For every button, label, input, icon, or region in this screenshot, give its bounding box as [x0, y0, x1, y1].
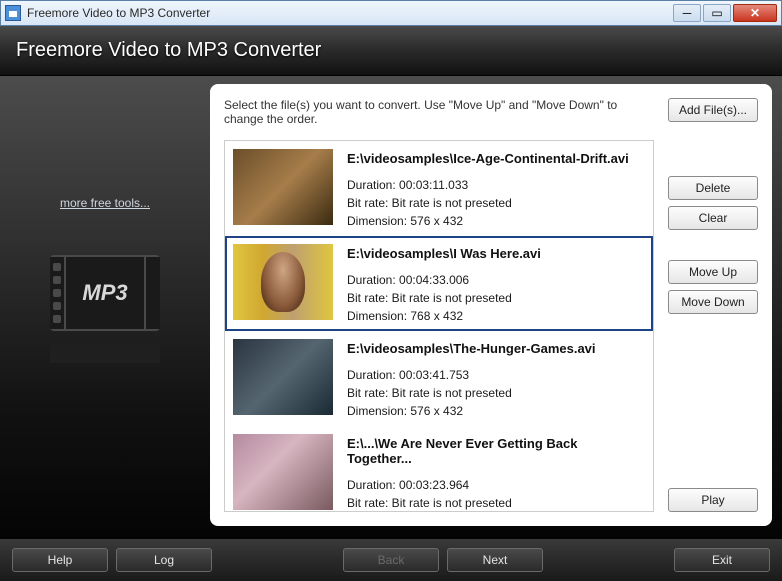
help-button[interactable]: Help — [12, 548, 108, 572]
exit-button[interactable]: Exit — [674, 548, 770, 572]
file-bitrate: Bit rate: Bit rate is not preseted — [347, 496, 645, 510]
side-buttons: Add File(s)... Delete Clear Move Up Move… — [668, 98, 758, 512]
more-free-tools-link[interactable]: more free tools... — [60, 196, 150, 210]
file-duration: Duration: 00:03:41.753 — [347, 368, 596, 382]
titlebar: Freemore Video to MP3 Converter ─ ▭ ✕ — [0, 0, 782, 26]
file-bitrate: Bit rate: Bit rate is not preseted — [347, 291, 541, 305]
list-item[interactable]: E:\...\We Are Never Ever Getting Back To… — [225, 426, 653, 512]
move-up-button[interactable]: Move Up — [668, 260, 758, 284]
mp3-format-icon: MP3 — [50, 255, 160, 371]
minimize-button[interactable]: ─ — [673, 4, 701, 22]
file-bitrate: Bit rate: Bit rate is not preseted — [347, 386, 596, 400]
file-duration: Duration: 00:03:23.964 — [347, 478, 645, 492]
reflection — [50, 339, 160, 363]
file-list[interactable]: E:\videosamples\Ice-Age-Continental-Drif… — [224, 140, 654, 512]
log-button[interactable]: Log — [116, 548, 212, 572]
content-panel: Select the file(s) you want to convert. … — [210, 84, 772, 526]
file-meta: E:\...\We Are Never Ever Getting Back To… — [347, 434, 645, 512]
clear-button[interactable]: Clear — [668, 206, 758, 230]
file-dimension: Dimension: 768 x 432 — [347, 309, 541, 323]
header: Freemore Video to MP3 Converter — [0, 26, 782, 76]
add-files-button[interactable]: Add File(s)... — [668, 98, 758, 122]
app-title: Freemore Video to MP3 Converter — [16, 39, 321, 62]
close-icon: ✕ — [750, 6, 760, 20]
thumbnail — [233, 149, 333, 225]
sidebar: more free tools... MP3 — [0, 76, 210, 526]
file-meta: E:\videosamples\I Was Here.avi Duration:… — [347, 244, 541, 323]
file-name: E:\videosamples\Ice-Age-Continental-Drif… — [347, 151, 629, 166]
file-meta: E:\videosamples\The-Hunger-Games.avi Dur… — [347, 339, 596, 418]
mp3-label: MP3 — [82, 280, 127, 306]
file-name: E:\videosamples\The-Hunger-Games.avi — [347, 341, 596, 356]
file-name: E:\...\We Are Never Ever Getting Back To… — [347, 436, 645, 466]
play-button[interactable]: Play — [668, 488, 758, 512]
instructions: Select the file(s) you want to convert. … — [224, 98, 654, 126]
next-button[interactable]: Next — [447, 548, 543, 572]
window-controls: ─ ▭ ✕ — [673, 4, 777, 22]
file-name: E:\videosamples\I Was Here.avi — [347, 246, 541, 261]
list-item[interactable]: E:\videosamples\Ice-Age-Continental-Drif… — [225, 141, 653, 236]
file-dimension: Dimension: 576 x 432 — [347, 404, 596, 418]
list-area: Select the file(s) you want to convert. … — [224, 98, 654, 512]
close-button[interactable]: ✕ — [733, 4, 777, 22]
back-button[interactable]: Back — [343, 548, 439, 572]
minimize-icon: ─ — [683, 6, 692, 20]
file-duration: Duration: 00:04:33.006 — [347, 273, 541, 287]
maximize-icon: ▭ — [711, 6, 722, 20]
thumbnail — [233, 244, 333, 320]
thumbnail — [233, 339, 333, 415]
list-item[interactable]: E:\videosamples\I Was Here.avi Duration:… — [225, 236, 653, 331]
app-icon — [5, 5, 21, 21]
file-dimension: Dimension: 576 x 432 — [347, 214, 629, 228]
thumbnail — [233, 434, 333, 510]
maximize-button[interactable]: ▭ — [703, 4, 731, 22]
film-icon: MP3 — [50, 255, 160, 331]
file-meta: E:\videosamples\Ice-Age-Continental-Drif… — [347, 149, 629, 228]
footer: Help Log Back Next Exit — [0, 539, 782, 581]
window-title: Freemore Video to MP3 Converter — [27, 6, 673, 20]
delete-button[interactable]: Delete — [668, 176, 758, 200]
list-item[interactable]: E:\videosamples\The-Hunger-Games.avi Dur… — [225, 331, 653, 426]
file-bitrate: Bit rate: Bit rate is not preseted — [347, 196, 629, 210]
main: more free tools... MP3 Select the file(s… — [0, 76, 782, 526]
move-down-button[interactable]: Move Down — [668, 290, 758, 314]
app-body: Freemore Video to MP3 Converter more fre… — [0, 26, 782, 581]
file-duration: Duration: 00:03:11.033 — [347, 178, 629, 192]
